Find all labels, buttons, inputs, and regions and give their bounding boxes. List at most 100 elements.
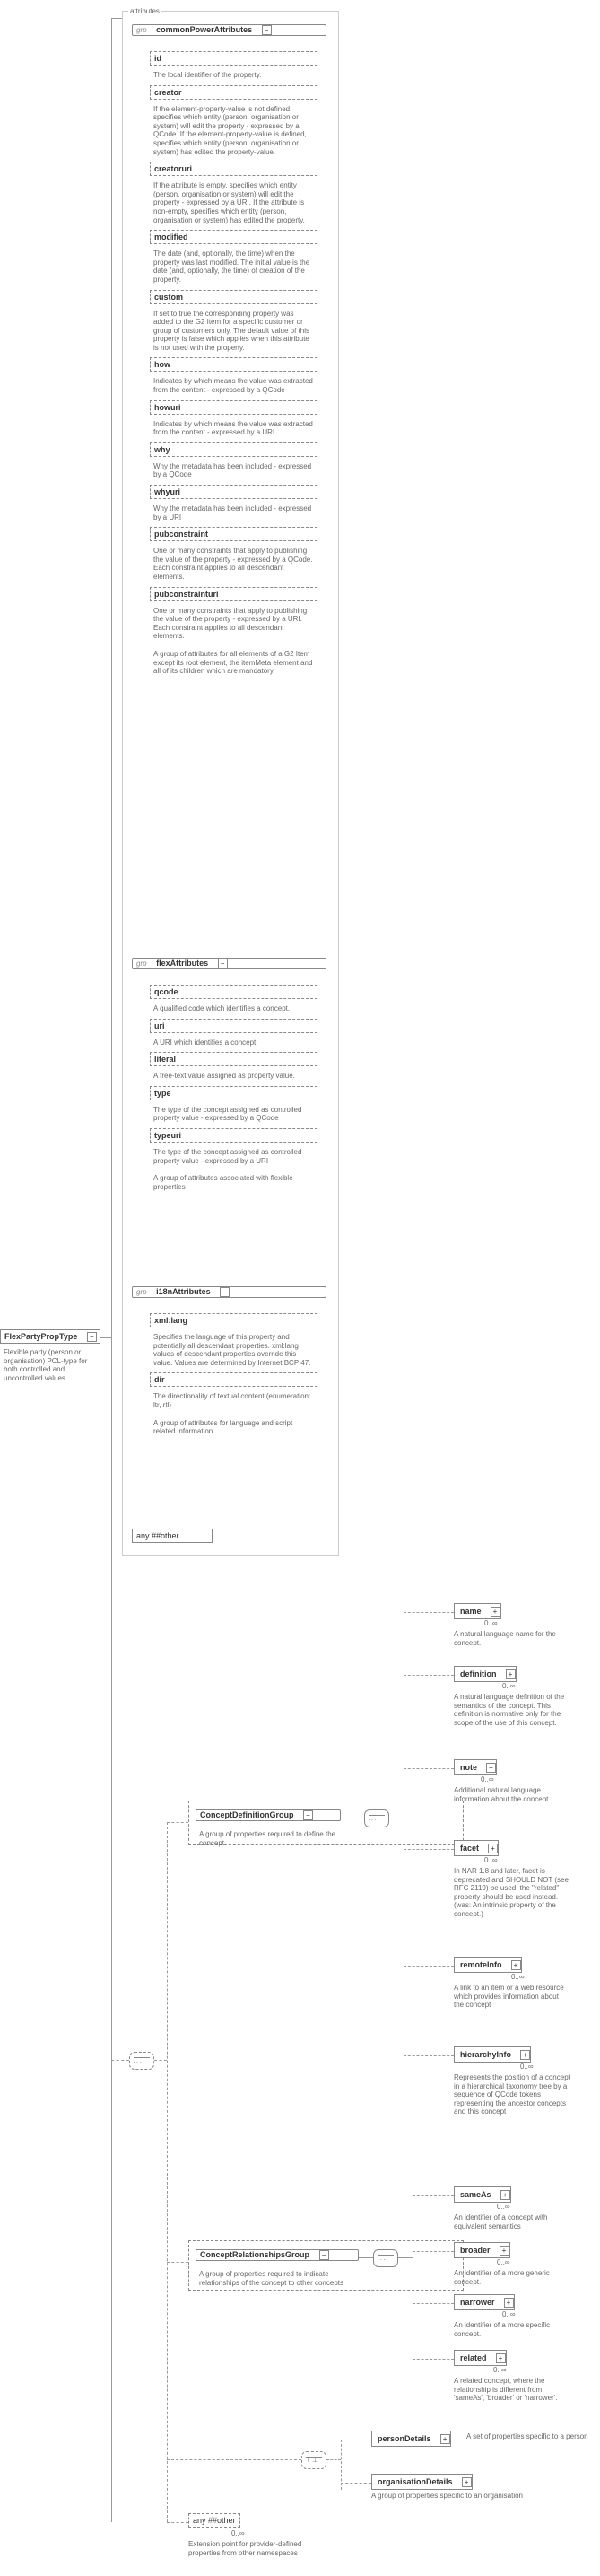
el-remoteinfo-desc: A link to an item or a web resource whic…: [454, 1984, 570, 2010]
crg-name: ConceptRelationshipsGroup: [196, 2248, 313, 2261]
card: 0..∞: [502, 1682, 516, 1690]
line: [341, 2483, 371, 2484]
any-other-element: any ##other: [188, 2513, 240, 2528]
attributes-title: attributes: [128, 7, 161, 15]
attr-id: id: [150, 51, 317, 66]
card: 0..∞: [497, 2203, 510, 2211]
sequence-icon: ···: [373, 2249, 398, 2267]
attr-why: why: [150, 442, 317, 457]
plus-icon: +: [511, 1960, 521, 1970]
card: 0..∞: [520, 2063, 534, 2071]
attr-qcode: qcode: [150, 985, 317, 999]
root-type-name: FlexPartyPropType: [1, 1330, 81, 1343]
flex-group-name: flexAttributes: [152, 957, 212, 969]
attr-whyuri-desc: Why the metadata has been included - exp…: [150, 503, 317, 523]
minus-icon: −: [303, 1810, 313, 1820]
attributes-container: attributes grp commonPowerAttributes − i…: [122, 11, 339, 1556]
cpa-group-desc: A group of attributes for all elements o…: [150, 648, 317, 678]
plus-icon: +: [500, 2246, 509, 2256]
el-note-desc: Additional natural language information …: [454, 1786, 570, 1803]
attr-modified-desc: The date (and, optionally, the time) whe…: [150, 248, 317, 285]
attr-howuri-desc: Indicates by which means the value was e…: [150, 418, 317, 439]
line: [404, 2055, 454, 2057]
plus-icon: +: [520, 2050, 530, 2060]
el-persondetails-desc: A set of properties specific to a person: [466, 2432, 592, 2441]
plus-icon: +: [440, 2434, 450, 2444]
plus-icon: +: [504, 2298, 514, 2308]
line: [413, 2188, 414, 2366]
attr-creatoruri-desc: If the attribute is empty, specifies whi…: [150, 180, 317, 226]
attr-type-desc: The type of the concept assigned as cont…: [150, 1104, 317, 1125]
card: 0..∞: [484, 1619, 498, 1627]
el-definition-desc: A natural language definition of the sem…: [454, 1693, 570, 1727]
line: [389, 1818, 404, 1819]
el-definition-label: definition: [455, 1667, 502, 1681]
attr-xmllang-desc: Specifies the language of this property …: [150, 1331, 317, 1369]
attr-custom: custom: [150, 290, 317, 304]
el-orgdetails-box: organisationDetails+: [371, 2474, 473, 2490]
el-orgdetails-desc: A group of properties specific to an org…: [371, 2492, 551, 2501]
el-hierarchy-desc: Represents the position of a concept in …: [454, 2073, 570, 2116]
line: [404, 1612, 454, 1614]
schema-diagram: FlexPartyPropType − Flexible party (pers…: [0, 0, 600, 2576]
el-sameas-box: sameAs+: [454, 2186, 511, 2203]
any-other-card: 0..∞: [231, 2529, 245, 2537]
el-related-label: related: [455, 2351, 492, 2365]
attr-how: how: [150, 357, 317, 372]
line: [413, 2303, 454, 2305]
attr-xmllang: xml:lang: [150, 1313, 317, 1327]
line: [359, 2257, 373, 2259]
el-related-box: related +: [454, 2350, 507, 2366]
minus-icon: −: [87, 1332, 97, 1342]
plus-icon: +: [486, 1763, 496, 1773]
line: [413, 2195, 454, 2197]
line: [341, 1818, 364, 1819]
choice-icon: ⊤⊥: [301, 2451, 326, 2469]
card: 0..∞: [497, 2258, 510, 2266]
minus-icon: −: [319, 2250, 329, 2260]
el-broader-box: broader +: [454, 2242, 510, 2258]
el-related-desc: A related concept, where the relationshi…: [454, 2377, 570, 2403]
attr-pubconstraint: pubconstraint: [150, 527, 317, 541]
line: [154, 2060, 167, 2062]
flex-group-desc: A group of attributes associated with fl…: [150, 1172, 317, 1193]
el-persondetails-label: personDetails: [372, 2431, 437, 2446]
line: [167, 1822, 188, 1824]
line: [341, 2440, 371, 2441]
el-orgdetails-label: organisationDetails: [372, 2475, 458, 2489]
root-type-desc: Flexible party (person or organisation) …: [0, 1346, 106, 1384]
minus-icon: −: [262, 25, 272, 35]
cdg-name: ConceptDefinitionGroup: [196, 1809, 298, 1821]
attr-pubconstraint-desc: One or many constraints that apply to pu…: [150, 545, 317, 583]
card: 0..∞: [511, 1973, 525, 1981]
el-note-box: note+: [454, 1759, 497, 1775]
attr-modified: modified: [150, 230, 317, 244]
line: [404, 1849, 454, 1851]
attr-whyuri: whyuri: [150, 485, 317, 499]
el-broader-label: broader: [455, 2243, 496, 2257]
card: 0..∞: [493, 2366, 507, 2374]
attr-howuri: howuri: [150, 400, 317, 415]
el-hierarchy-label: hierarchyInfo: [455, 2047, 517, 2062]
line: [167, 2262, 188, 2264]
el-facet-box: facet +: [454, 1840, 499, 1856]
attr-creator: creator: [150, 85, 317, 100]
crg-box: ConceptRelationshipsGroup −: [196, 2249, 359, 2261]
attr-typeuri-desc: The type of the concept assigned as cont…: [150, 1146, 317, 1167]
el-sameas-label: sameAs: [455, 2187, 497, 2202]
line: [167, 2459, 301, 2461]
el-definition-box: definition+: [454, 1666, 517, 1682]
plus-icon: +: [488, 1844, 498, 1853]
i18n-group-name: i18nAttributes: [152, 1285, 214, 1298]
el-facet-label: facet: [455, 1841, 484, 1855]
plus-icon: +: [496, 2353, 506, 2363]
line: [111, 18, 122, 20]
attr-dir-desc: The directionality of textual content (e…: [150, 1390, 317, 1411]
line: [111, 2060, 129, 2062]
line: [326, 2459, 341, 2461]
plus-icon: +: [491, 1607, 500, 1617]
sequence-icon: ···: [364, 1809, 389, 1827]
attr-pubconstrainturi-desc: One or many constraints that apply to pu…: [150, 605, 317, 643]
el-name-label: name: [455, 1604, 487, 1618]
card: 0..∞: [484, 1856, 498, 1864]
